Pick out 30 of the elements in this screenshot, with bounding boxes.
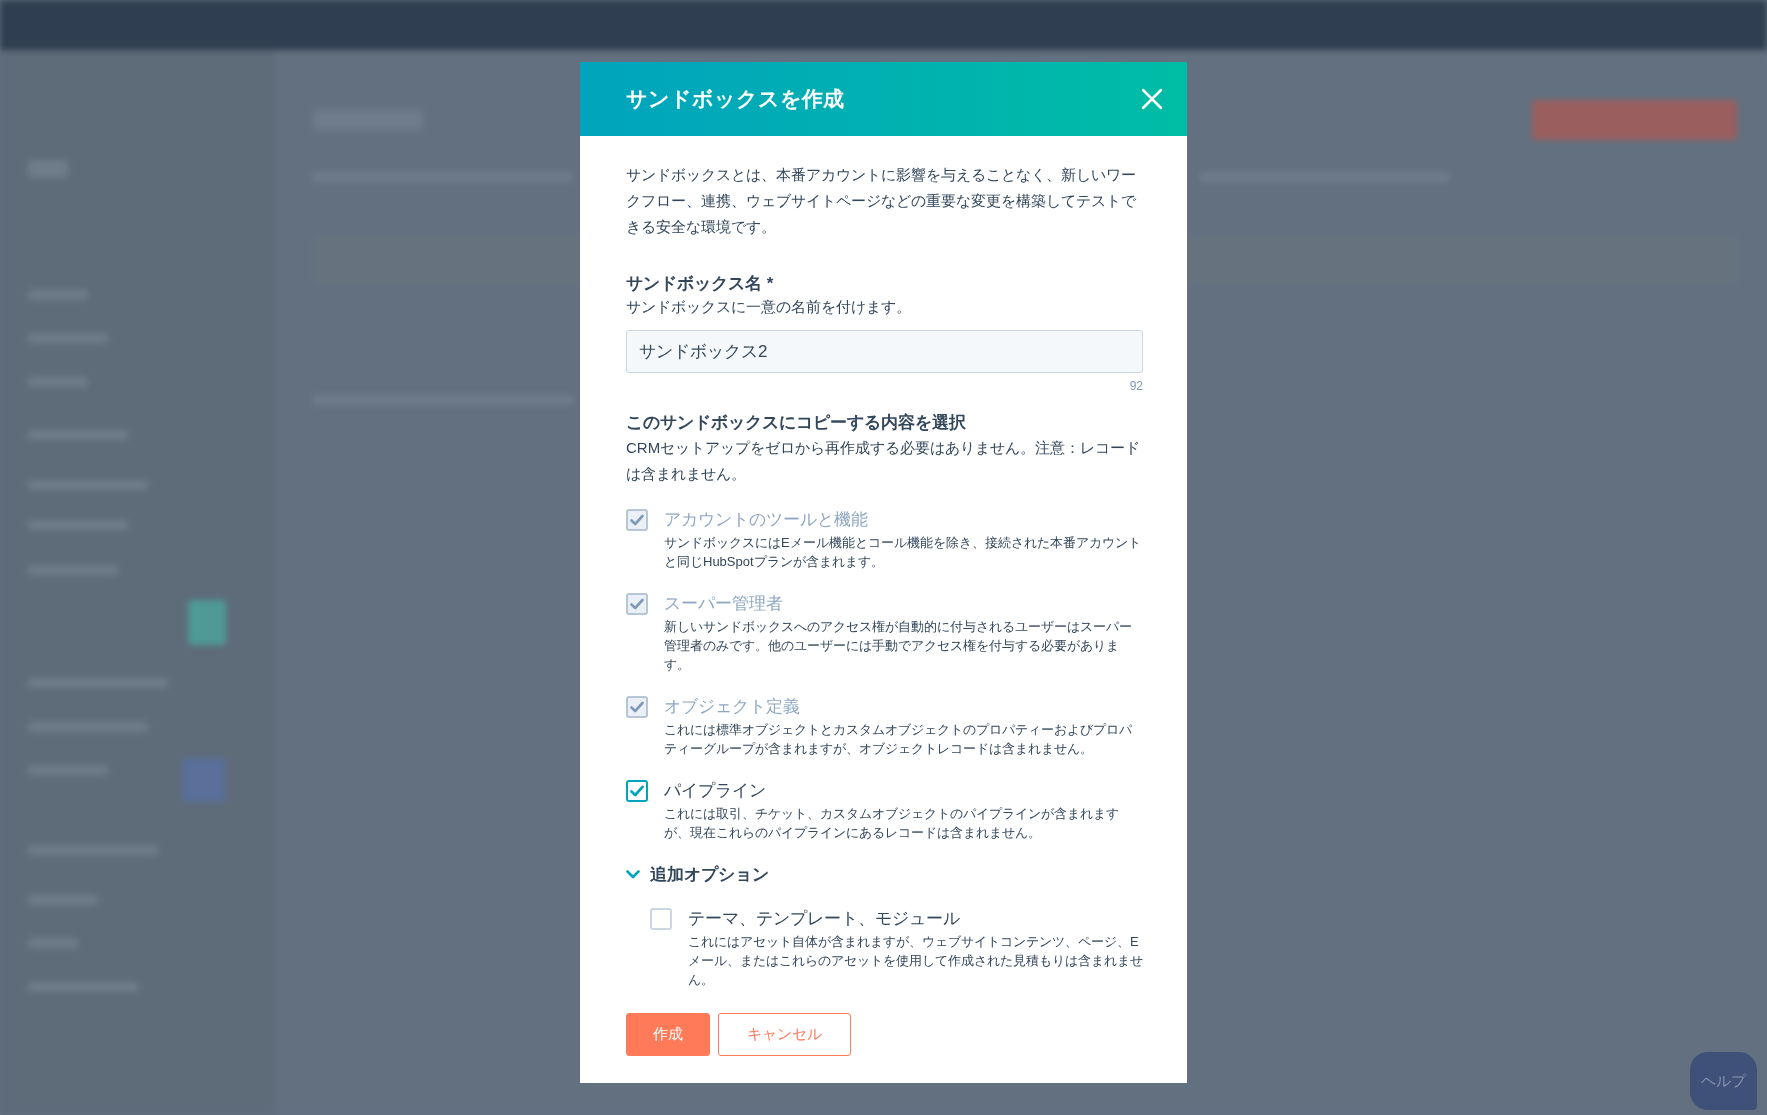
checkbox[interactable] [626,780,648,802]
character-counter: 92 [1128,378,1143,395]
close-icon [1141,88,1163,110]
option-label: テーマ、テンプレート、モジュール [688,907,961,930]
field-label: サンドボックス名 * [626,273,775,295]
option-label: オブジェクト定義 [664,696,801,718]
intro-text: サンドボックスとは、本番アカウントに影響を与えることなく、新しいワークフロー、連携、ウェブサイトページなどの重要な変更を構築してテストできる安全な環境です。 [626,165,1137,237]
option-label: パイプライン [664,780,767,802]
option-description: 新しいサンドボックスへのアクセス権が自動的に付与されるユーザーはスーパー管理者のみです。他のユーザーには手動でアクセス権を付与する必要があります。 [664,618,1133,674]
option-description: これには取引、チケット、カスタムオブジェクトのパイプラインが含まれますが、現在これらのパイプラインにあるレコードは含まれません。 [664,805,1120,842]
cancel-button[interactable]: キャンセル [718,1012,851,1056]
checkmark-icon [630,514,644,526]
checkmark-icon [630,701,644,713]
create-button[interactable]: 作成 [626,1012,710,1056]
expander-toggle[interactable]: 追加オプション [626,862,769,888]
option-label: スーパー管理者 [664,593,784,615]
name-input-field[interactable]: サンドボックス2 [626,330,1143,373]
field-help-text: サンドボックスに一意の名前を付けます。 [626,297,912,317]
section-title: このサンドボックスにコピーする内容を選択 [626,412,967,434]
dialog-title: サンドボックスを作成 [626,86,844,112]
checkbox[interactable] [650,907,672,930]
section-description: CRMセットアップをゼロから再作成する必要はありません。注意：レコードは含まれません。 [626,438,1142,484]
option-description: サンドボックスにはEメール機能とコール機能を除き、接続された本番アカウントと同じHubSpotプランが含まれます。 [664,534,1142,571]
option-description: これにはアセット自体が含まれますが、ウェブサイトコンテンツ、ページ、Eメール、またはこれらのアセットを使用して作成された見積もりは含まれません。 [688,932,1143,989]
checkmark-icon [630,598,644,610]
checkmark-icon [630,785,644,797]
option-label: アカウントのツールと機能 [664,509,869,531]
option-description: これには標準オブジェクトとカスタムオブジェクトのプロパティーおよびプロパティーグループが含まれますが、オブジェクトレコードは含まれません。 [664,721,1133,758]
chevron-down-icon [626,870,640,880]
help-button[interactable]: ヘルプ [1690,1052,1757,1110]
